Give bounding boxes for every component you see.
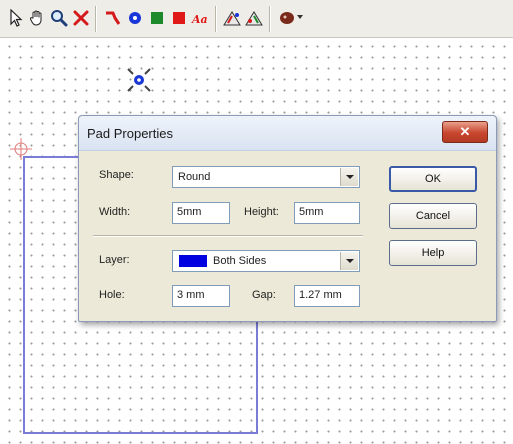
dialog-title-bar[interactable]: Pad Properties ✕ — [79, 116, 496, 151]
hand-pan-icon[interactable] — [26, 7, 48, 29]
text-icon[interactable]: Aa — [190, 7, 212, 29]
width-field[interactable]: 5mm — [172, 202, 230, 224]
help-button[interactable]: Help — [389, 240, 477, 266]
height-label: Height: — [244, 206, 279, 218]
track-icon[interactable] — [102, 7, 124, 29]
svg-text:Aa: Aa — [191, 13, 208, 26]
chevron-down-icon[interactable] — [340, 252, 358, 270]
layer-value: Both Sides — [213, 255, 267, 267]
toolbar: Aa — [0, 0, 513, 38]
ok-button[interactable]: OK — [389, 166, 477, 192]
hole-field[interactable]: 3 mm — [172, 285, 230, 307]
autoroute-icon[interactable] — [222, 7, 244, 29]
divider — [93, 235, 363, 237]
square-pad-icon[interactable] — [146, 7, 168, 29]
shape-value: Round — [178, 171, 211, 183]
layer-color-swatch — [179, 255, 207, 267]
dialog-title: Pad Properties — [87, 126, 173, 141]
gap-field[interactable]: 1.27 mm — [294, 285, 360, 307]
shape-label: Shape: — [99, 169, 134, 181]
close-icon: ✕ — [459, 124, 471, 139]
autoroute2-icon[interactable] — [244, 7, 266, 29]
pad-cursor-icon — [124, 65, 154, 95]
shape-select[interactable]: Round — [172, 166, 360, 188]
width-label: Width: — [99, 206, 131, 218]
component-icon[interactable] — [276, 7, 298, 29]
select-arrow-icon[interactable] — [5, 7, 27, 29]
hole-label: Hole: — [99, 289, 125, 301]
delete-x-icon[interactable] — [70, 7, 92, 29]
cancel-button[interactable]: Cancel — [389, 203, 477, 229]
chevron-down-icon[interactable] — [297, 15, 303, 19]
pad-properties-dialog: Pad Properties ✕ Shape: Round Width: 5mm… — [78, 115, 497, 322]
rect-fill-icon[interactable] — [168, 7, 190, 29]
pad-icon[interactable] — [124, 7, 146, 29]
chevron-down-icon[interactable] — [340, 168, 358, 186]
layer-label: Layer: — [99, 254, 130, 266]
gap-label: Gap: — [252, 289, 276, 301]
height-field[interactable]: 5mm — [294, 202, 360, 224]
layer-select[interactable]: Both Sides — [172, 250, 360, 272]
close-button[interactable]: ✕ — [442, 121, 488, 143]
zoom-icon[interactable] — [48, 7, 70, 29]
